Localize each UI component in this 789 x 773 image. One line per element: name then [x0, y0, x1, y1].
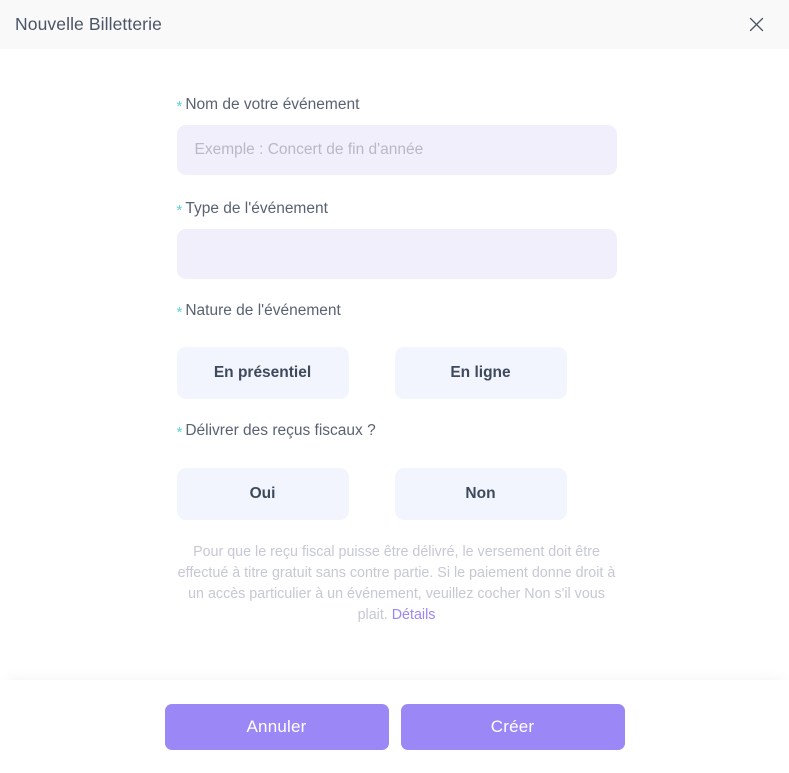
- create-button[interactable]: Créer: [400, 703, 625, 750]
- event-type-input[interactable]: [176, 228, 617, 279]
- modal-body: *Nom de votre événement *Type de l'événe…: [0, 49, 789, 680]
- nature-choice-group: En présentiel En ligne: [176, 347, 615, 400]
- field-tax-receipts: * Délivrer des reçus fiscaux ? Oui Non: [176, 421, 615, 520]
- close-icon[interactable]: [743, 12, 769, 38]
- field-event-nature: * Nature de l'événement En présentiel En …: [176, 301, 615, 400]
- required-asterisk-icon: *: [176, 424, 183, 442]
- required-asterisk-icon: *: [176, 98, 183, 115]
- field-event-name-label-text: Nom de votre événement: [185, 96, 360, 113]
- field-tax-receipts-label: * Délivrer des reçus fiscaux ?: [177, 421, 615, 441]
- required-asterisk-icon: *: [176, 303, 183, 321]
- modal-header: Nouvelle Billetterie: [0, 0, 789, 49]
- field-event-type: * Type de l'événement: [176, 199, 617, 279]
- required-asterisk-icon: *: [176, 201, 183, 219]
- field-event-type-label: * Type de l'événement: [177, 199, 615, 219]
- field-event-type-label-text: Type de l'événement: [185, 199, 328, 217]
- modal-title: Nouvelle Billetterie: [15, 14, 162, 34]
- event-name-input[interactable]: [176, 124, 617, 175]
- cancel-button[interactable]: Annuler: [164, 703, 389, 750]
- tax-receipts-option-yes[interactable]: Oui: [176, 468, 349, 520]
- field-tax-receipts-label-text: Délivrer des reçus fiscaux ?: [185, 422, 376, 440]
- field-event-name-label: * Nom de votre événement: [177, 95, 615, 115]
- details-link[interactable]: Détails: [392, 607, 436, 623]
- field-event-name: * Nom de votre événement: [176, 95, 617, 175]
- tax-receipts-helper-text: Pour que le reçu fiscal puisse être déli…: [177, 542, 617, 626]
- tax-receipts-choice-group: Oui Non: [176, 468, 615, 520]
- new-ticketing-modal: Nouvelle Billetterie * Nom de votre événe…: [0, 0, 789, 773]
- field-event-nature-label-text: Nature de l'événement: [185, 301, 341, 319]
- nature-option-in-person[interactable]: En présentiel: [176, 347, 349, 400]
- tax-receipts-option-no[interactable]: Non: [394, 468, 567, 520]
- nature-option-online[interactable]: En ligne: [394, 347, 567, 400]
- modal-footer: Annuler Créer: [0, 680, 789, 773]
- form-wrapper: *Nom de votre événement *Type de l'événe…: [175, 95, 617, 626]
- field-event-nature-label: * Nature de l'événement: [177, 301, 615, 321]
